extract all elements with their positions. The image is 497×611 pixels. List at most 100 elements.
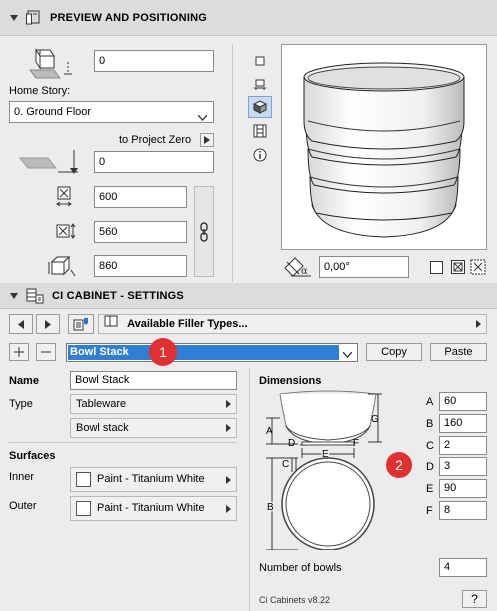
surfaces-divider — [9, 442, 237, 443]
dimensions-label: Dimensions — [259, 375, 322, 387]
plan-view-icon[interactable] — [250, 52, 270, 70]
document-import-icon — [73, 318, 88, 331]
3d-preview-canvas[interactable] — [281, 44, 487, 250]
mirror-none-icon[interactable] — [430, 261, 443, 274]
filler-types-icon — [104, 315, 118, 333]
load-favorites-button[interactable] — [68, 314, 94, 334]
callout-1-label: 1 — [159, 344, 167, 360]
rotation-angle-icon: α — [283, 256, 313, 278]
arrow-left-icon — [18, 319, 24, 329]
dim-f-input[interactable]: 8 — [439, 501, 487, 520]
item-select[interactable]: Bowl Stack — [66, 343, 358, 362]
arrow-right-icon — [45, 319, 51, 329]
copy-button[interactable]: Copy — [366, 343, 422, 361]
bowl-stack-preview-image — [303, 62, 465, 238]
dim-c-label: C — [426, 440, 434, 452]
number-of-bowls-label: Number of bowls — [259, 562, 342, 574]
callout-1-badge: 1 — [149, 338, 177, 366]
home-story-label: Home Story: — [9, 85, 71, 97]
paste-button[interactable]: Paste — [430, 343, 487, 361]
svg-text:D: D — [288, 438, 295, 449]
dim-e-label: E — [426, 483, 434, 495]
inner-surface-menu[interactable]: Paint - Titanium White — [70, 467, 237, 492]
outer-surface-value: Paint - Titanium White — [97, 502, 205, 514]
next-button[interactable] — [36, 314, 60, 334]
chain-link-button[interactable] — [194, 186, 214, 277]
height-icon — [48, 255, 76, 278]
plus-icon — [14, 347, 24, 357]
name-input[interactable]: Bowl Stack — [70, 371, 237, 390]
minus-icon — [41, 351, 51, 353]
bowl-dimensions-diagram: G A D F E C B — [258, 388, 388, 551]
dim-g-label: G — [371, 414, 379, 425]
dim-b-label: B — [426, 418, 434, 430]
help-label: ? — [471, 592, 478, 606]
type-subcategory-menu[interactable]: Bowl stack — [70, 418, 237, 438]
svg-text:C: C — [282, 459, 289, 470]
callout-2-label: 2 — [395, 457, 403, 473]
project-zero-input[interactable]: 0 — [94, 151, 214, 173]
dim-c-input[interactable]: 2 — [439, 436, 487, 455]
dim-a-label: A — [426, 396, 434, 408]
dim-e-input[interactable]: 90 — [439, 479, 487, 498]
type-label: Type — [9, 398, 33, 410]
svg-text:A: A — [266, 426, 273, 437]
inner-surface-value: Paint - Titanium White — [97, 473, 205, 485]
remove-item-button[interactable] — [36, 343, 56, 361]
home-story-select[interactable]: 0. Ground Floor — [9, 101, 214, 123]
settings-column-divider — [249, 368, 250, 611]
height-input[interactable]: 860 — [94, 255, 187, 277]
dim-d-input[interactable]: 3 — [439, 457, 487, 476]
preview-divider — [232, 44, 233, 282]
callout-2-badge: 2 — [386, 452, 412, 478]
settings-section-header[interactable]: CI CABINET - SETTINGS — [0, 283, 497, 309]
info-icon[interactable] — [250, 146, 270, 164]
number-of-bowls-input[interactable]: 4 — [439, 558, 487, 577]
mirror-y-icon[interactable] — [470, 259, 486, 275]
dim-b-input[interactable]: 160 — [439, 414, 487, 433]
list-view-icon[interactable] — [250, 122, 270, 140]
preview-settings-icon — [26, 10, 42, 26]
mirror-x-icon[interactable] — [451, 260, 465, 274]
to-project-zero-label: to Project Zero — [119, 134, 192, 146]
dim-d-label: D — [426, 461, 434, 473]
width-icon — [55, 186, 75, 208]
depth-input[interactable]: 560 — [94, 221, 187, 243]
version-label: Ci Cabinets v8.22 — [259, 595, 331, 605]
inner-swatch — [76, 472, 91, 487]
angle-input[interactable]: 0,00° — [319, 256, 409, 278]
add-item-button[interactable] — [9, 343, 29, 361]
preview-section-header[interactable]: PREVIEW AND POSITIONING — [0, 0, 497, 36]
dim-f-label: F — [426, 505, 433, 517]
width-input[interactable]: 600 — [94, 186, 187, 208]
previous-button[interactable] — [9, 314, 33, 334]
name-label: Name — [9, 375, 39, 387]
elevation-icon — [28, 42, 80, 80]
settings-section-title: CI CABINET - SETTINGS — [52, 289, 184, 302]
paste-label: Paste — [444, 346, 473, 358]
chevron-down-icon — [197, 108, 208, 128]
project-zero-arrow-button[interactable] — [200, 133, 214, 147]
copy-label: Copy — [381, 346, 407, 358]
project-zero-icon — [18, 148, 78, 176]
type-category-value: Tableware — [76, 398, 127, 410]
collapse-triangle-icon[interactable] — [10, 292, 18, 299]
chevron-down-icon — [342, 349, 353, 361]
preview-section-title: PREVIEW AND POSITIONING — [50, 11, 207, 24]
type-category-menu[interactable]: Tableware — [70, 394, 237, 414]
cabinet-settings-icon — [26, 288, 44, 304]
selected-item-label: Bowl Stack — [70, 346, 129, 358]
help-button[interactable]: ? — [462, 590, 487, 608]
collapse-triangle-icon[interactable] — [10, 14, 18, 21]
surfaces-label: Surfaces — [9, 450, 56, 462]
available-filler-types-menu[interactable]: Available Filler Types... — [98, 314, 487, 334]
filler-types-label: Available Filler Types... — [127, 318, 248, 330]
section-view-icon[interactable] — [250, 76, 270, 94]
outer-surface-menu[interactable]: Paint - Titanium White — [70, 496, 237, 521]
dim-a-input[interactable]: 60 — [439, 392, 487, 411]
elevation-input[interactable]: 0 — [94, 50, 214, 72]
outer-swatch — [76, 501, 91, 516]
3d-view-icon[interactable] — [248, 96, 272, 118]
depth-icon — [55, 222, 77, 242]
home-story-value: 0. Ground Floor — [14, 106, 92, 118]
